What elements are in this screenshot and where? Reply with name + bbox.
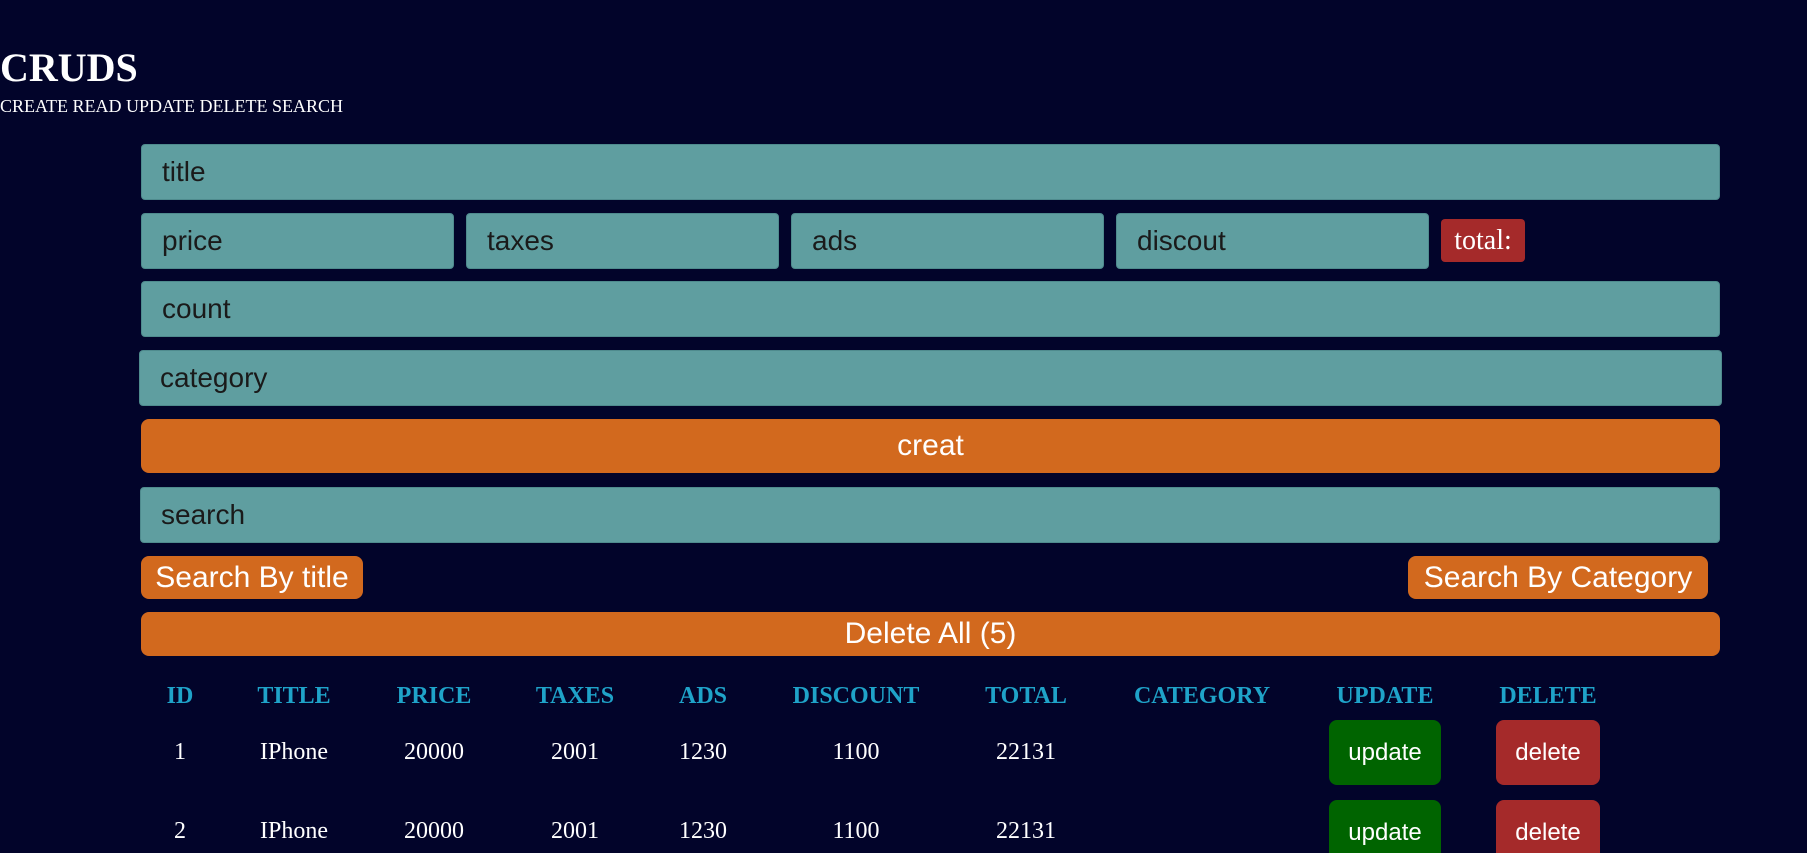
delete-all-button[interactable]: Delete All (5)	[141, 612, 1720, 656]
count-input[interactable]	[141, 281, 1720, 337]
header-total: TOTAL	[985, 683, 1067, 709]
header-delete: DELETE	[1499, 683, 1597, 709]
update-button[interactable]: update	[1329, 800, 1441, 853]
page-subtitle: CREATE READ UPDATE DELETE SEARCH	[0, 96, 343, 116]
header-id: ID	[166, 683, 194, 709]
ads-input[interactable]	[791, 213, 1104, 269]
cell-discount: 1100	[832, 818, 880, 844]
header-discount: DISCOUNT	[792, 683, 920, 709]
cell-id: 1	[174, 739, 186, 765]
cell-ads: 1230	[679, 739, 727, 765]
title-input[interactable]	[141, 144, 1720, 200]
cell-total: 22131	[996, 818, 1056, 844]
search-by-category-button[interactable]: Search By Category	[1408, 556, 1708, 599]
create-button[interactable]: creat	[141, 419, 1720, 473]
header-ads: ADS	[678, 683, 728, 709]
cell-discount: 1100	[832, 739, 880, 765]
cell-taxes: 2001	[551, 739, 599, 765]
discount-input[interactable]	[1116, 213, 1429, 269]
header-update: UPDATE	[1336, 683, 1434, 709]
cell-title: IPhone	[260, 818, 328, 844]
cell-id: 2	[174, 818, 186, 844]
cell-taxes: 2001	[551, 818, 599, 844]
header-taxes: TAXES	[535, 683, 615, 709]
update-button[interactable]: update	[1329, 720, 1441, 785]
total-badge: total:	[1441, 219, 1525, 262]
search-by-title-button[interactable]: Search By title	[141, 556, 363, 599]
taxes-input[interactable]	[466, 213, 779, 269]
table-row: 2 IPhone 20000 2001 1230 1100 22131 upda…	[0, 800, 1807, 853]
cell-total: 22131	[996, 739, 1056, 765]
header-price: PRICE	[396, 683, 472, 709]
cell-price: 20000	[404, 739, 464, 765]
header-title: TITLE	[257, 683, 331, 709]
cell-title: IPhone	[260, 739, 328, 765]
cell-ads: 1230	[679, 818, 727, 844]
cell-price: 20000	[404, 818, 464, 844]
page-title: CRUDS	[0, 45, 138, 90]
table-row: 1 IPhone 20000 2001 1230 1100 22131 upda…	[0, 720, 1807, 785]
delete-button[interactable]: delete	[1496, 720, 1600, 785]
search-input[interactable]	[140, 487, 1720, 543]
category-input[interactable]	[139, 350, 1722, 406]
delete-button[interactable]: delete	[1496, 800, 1600, 853]
price-input[interactable]	[141, 213, 454, 269]
header-category: CATEGORY	[1133, 683, 1271, 709]
